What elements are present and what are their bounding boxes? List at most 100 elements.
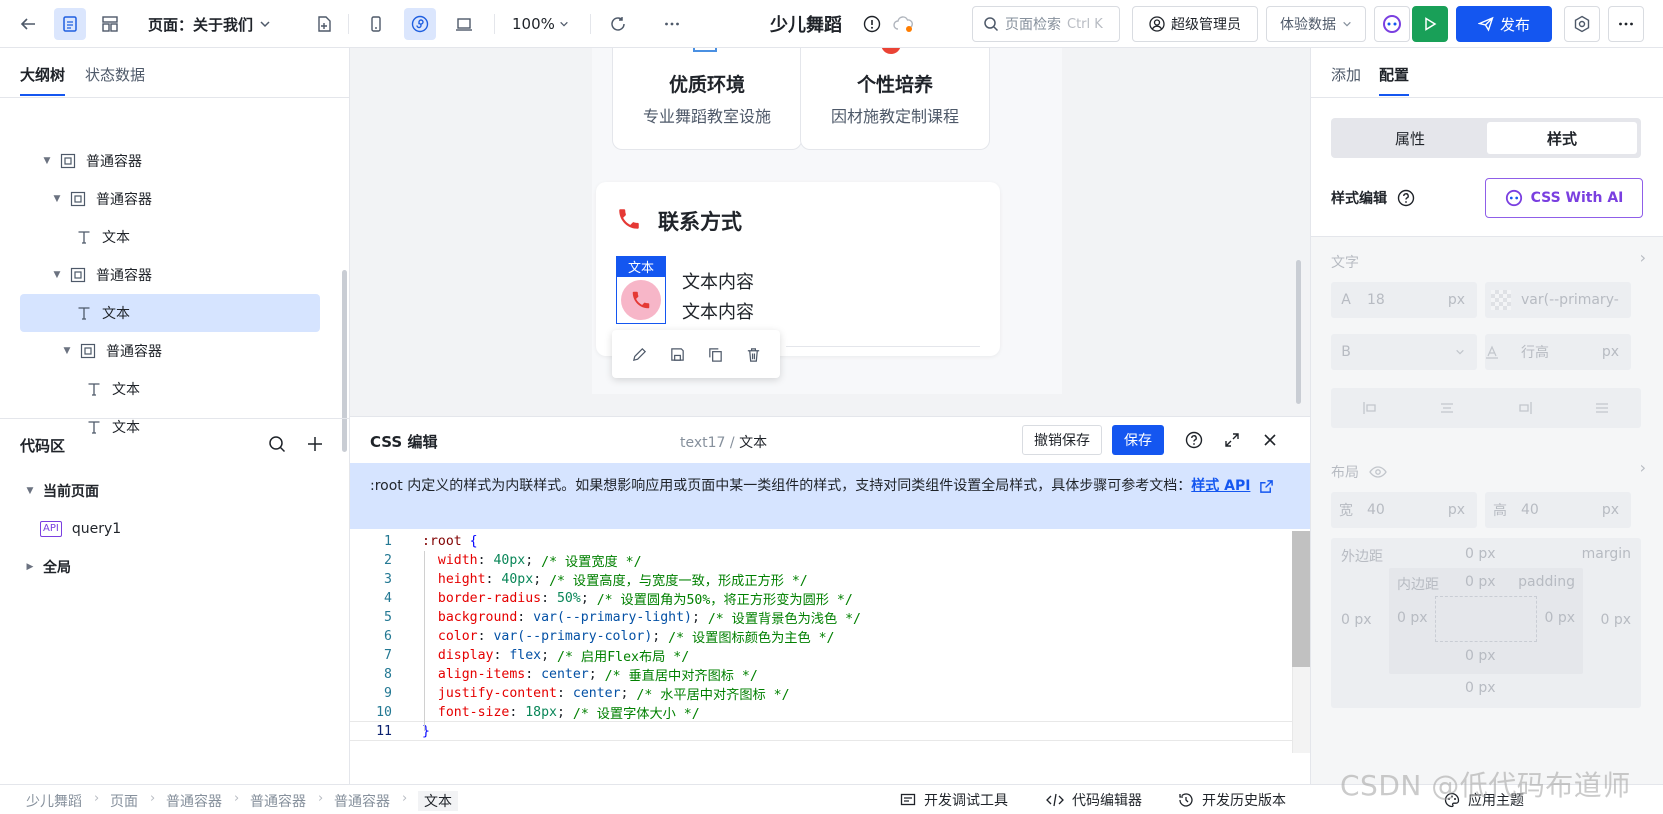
segment-properties[interactable]: 属性 — [1335, 122, 1485, 154]
page-search-input[interactable]: 页面检索 Ctrl K — [972, 6, 1120, 42]
style-api-link[interactable]: 样式 API — [1191, 478, 1250, 494]
align-left-icon[interactable] — [1362, 400, 1378, 416]
canvas-scrollbar[interactable] — [1296, 260, 1301, 404]
global-group[interactable]: ▶ 全局 — [25, 548, 71, 586]
more-menu-button[interactable] — [1608, 6, 1644, 42]
breadcrumb-item[interactable]: 少儿舞蹈 — [26, 791, 82, 811]
align-justify-icon[interactable] — [1594, 400, 1610, 416]
code-editor-button[interactable]: 代码编辑器 — [1046, 790, 1142, 810]
tab-state-data[interactable]: 状态数据 — [85, 64, 145, 85]
code-line[interactable]: 9 justify-content: center; /* 水平居中对齐图标 *… — [350, 683, 1292, 703]
padding-left-value[interactable]: 0 px — [1397, 610, 1428, 626]
page-outline-icon[interactable] — [54, 8, 86, 40]
zoom-selector[interactable]: 100% — [512, 0, 569, 48]
padding-top-value[interactable]: 0 px — [1465, 574, 1496, 590]
tree-node-container[interactable]: ▼ 普通容器 — [20, 332, 320, 370]
more-horizontal-icon[interactable] — [656, 8, 688, 40]
external-link-icon[interactable] — [1259, 479, 1274, 494]
eye-icon[interactable] — [1369, 465, 1387, 479]
save-button[interactable]: 保存 — [1112, 425, 1164, 455]
contact-text-line[interactable]: 文本内容 — [682, 268, 754, 294]
edit-pencil-icon[interactable] — [631, 346, 648, 363]
feature-card-personal[interactable]: 个性培养 因材施教定制课程 — [800, 48, 990, 150]
css-code-editor[interactable]: 1:root {2 width: 40px; /* 设置宽度 */3 heigh… — [350, 531, 1292, 753]
breadcrumb-item[interactable]: 普通容器 — [166, 791, 222, 811]
margin-bottom-value[interactable]: 0 px — [1465, 680, 1496, 696]
code-line[interactable]: 6 color: var(--primary-color); /* 设置图标颜色… — [350, 626, 1292, 646]
css-with-ai-button[interactable]: CSS With AI — [1485, 178, 1643, 218]
copy-icon[interactable] — [707, 346, 724, 363]
tree-node-text[interactable]: 文本 — [20, 370, 320, 408]
selected-icon-component[interactable] — [616, 276, 666, 324]
layout-section-title[interactable]: 布局 — [1331, 462, 1387, 482]
tree-node-container[interactable]: ▼ 普通容器 — [20, 180, 320, 218]
width-field[interactable]: 宽 40 px — [1331, 492, 1477, 528]
tree-node-text[interactable]: 文本 — [20, 218, 320, 256]
search-icon[interactable] — [268, 435, 286, 453]
code-scrollbar-thumb[interactable] — [1292, 531, 1310, 667]
page-selector[interactable]: 页面：关于我们 — [148, 0, 271, 48]
code-line[interactable]: 11} — [350, 721, 1292, 741]
desktop-device-icon[interactable] — [448, 8, 480, 40]
info-alert-icon[interactable] — [856, 8, 888, 40]
save-floppy-icon[interactable] — [669, 346, 686, 363]
history-versions-button[interactable]: 开发历史版本 — [1178, 790, 1286, 810]
tree-node-text[interactable]: 文本 — [20, 294, 320, 332]
back-arrow-icon[interactable] — [12, 8, 44, 40]
code-line[interactable]: 1:root { — [350, 531, 1292, 551]
align-center-icon[interactable] — [1439, 400, 1455, 416]
dev-tools-button[interactable]: 开发调试工具 — [900, 790, 1008, 810]
tab-outline-tree[interactable]: 大纲树 — [20, 64, 66, 96]
code-line[interactable]: 4 border-radius: 50%; /* 设置圆角为50%，将正方形变为… — [350, 588, 1292, 608]
help-circle-icon[interactable] — [1397, 189, 1415, 207]
publish-button[interactable]: 发布 — [1456, 6, 1552, 42]
selected-component-tag[interactable]: 文本 — [616, 256, 666, 276]
contact-text-line[interactable]: 文本内容 — [682, 298, 754, 324]
layout-grid-icon[interactable] — [94, 8, 126, 40]
height-field[interactable]: 高 40 px — [1485, 492, 1631, 528]
tree-node-container[interactable]: ▼ 普通容器 — [20, 256, 320, 294]
code-line[interactable]: 3 height: 40px; /* 设置高度，与宽度一致，形成正方形 */ — [350, 569, 1292, 589]
font-weight-select[interactable]: B — [1331, 334, 1477, 370]
padding-right-value[interactable]: 0 px — [1544, 610, 1575, 626]
code-line[interactable]: 2 width: 40px; /* 设置宽度 */ — [350, 550, 1292, 570]
caret-down-icon[interactable]: ▼ — [42, 156, 52, 166]
trash-icon[interactable] — [745, 346, 762, 363]
cloud-sync-icon[interactable] — [888, 8, 920, 40]
undo-save-button[interactable]: 撤销保存 — [1022, 425, 1102, 455]
breadcrumb-item[interactable]: 页面 — [110, 791, 138, 811]
expand-icon[interactable] — [1220, 428, 1244, 452]
user-menu-button[interactable]: 超级管理员 — [1132, 6, 1258, 42]
breadcrumb-item[interactable]: 普通容器 — [334, 791, 390, 811]
caret-down-icon[interactable]: ▼ — [62, 346, 72, 356]
miniprogram-device-icon[interactable] — [404, 8, 436, 40]
feature-card-environment[interactable]: 优质环境 专业舞蹈教室设施 — [612, 48, 802, 150]
box-model-editor[interactable]: 外边距 margin 0 px 0 px 0 px 0 px 内边距 paddi… — [1331, 538, 1641, 708]
run-preview-button[interactable] — [1412, 6, 1448, 42]
align-right-icon[interactable] — [1517, 400, 1533, 416]
tree-node-container[interactable]: ▼ 普通容器 — [20, 142, 320, 180]
chevron-right-icon[interactable]: › — [1640, 458, 1646, 477]
code-line[interactable]: 5 background: var(--primary-light); /* 设… — [350, 607, 1292, 627]
code-line[interactable]: 8 align-items: center; /* 垂直居中对齐图标 */ — [350, 664, 1292, 684]
caret-down-icon[interactable]: ▼ — [52, 270, 62, 280]
data-env-selector[interactable]: 体验数据 — [1266, 6, 1366, 42]
close-icon[interactable] — [1258, 428, 1282, 452]
design-canvas[interactable]: 优质环境 专业舞蹈教室设施 个性培养 因材施教定制课程 联系方式 文本 文本内容… — [350, 48, 1310, 416]
refresh-icon[interactable] — [602, 8, 634, 40]
mobile-device-icon[interactable] — [360, 8, 392, 40]
segment-styles[interactable]: 样式 — [1487, 122, 1637, 154]
margin-right-value[interactable]: 0 px — [1600, 612, 1631, 628]
margin-left-value[interactable]: 0 px — [1341, 612, 1372, 628]
settings-button[interactable] — [1564, 6, 1600, 42]
font-size-field[interactable]: A 18 px — [1331, 282, 1477, 318]
chevron-right-icon[interactable]: › — [1640, 248, 1646, 267]
margin-top-value[interactable]: 0 px — [1465, 546, 1496, 562]
current-page-group[interactable]: ▼ 当前页面 — [25, 472, 99, 510]
padding-box[interactable]: 内边距 padding 0 px 0 px 0 px 0 px — [1389, 568, 1583, 674]
font-color-field[interactable]: var(--primary- — [1485, 282, 1631, 318]
line-height-field[interactable]: 行高 px — [1485, 334, 1631, 370]
code-line[interactable]: 10 font-size: 18px; /* 设置字体大小 */ — [350, 702, 1292, 722]
code-line[interactable]: 7 display: flex; /* 启用Flex布局 */ — [350, 645, 1292, 665]
text-section-title[interactable]: 文字 — [1331, 252, 1359, 272]
